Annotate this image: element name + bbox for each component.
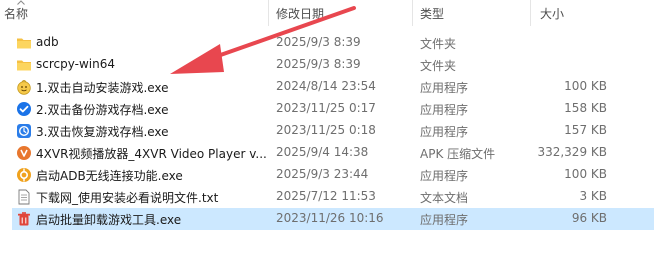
file-name: 1.双击自动安装游戏.exe [36, 81, 169, 95]
file-size: 158 KB [564, 101, 607, 115]
apk-icon [17, 146, 31, 160]
file-name: 启动批量卸载游戏工具.exe [36, 213, 182, 227]
file-size: 100 KB [564, 167, 607, 181]
column-header-name[interactable]: 名称 [4, 5, 28, 22]
column-divider[interactable] [268, 0, 269, 26]
column-header-size[interactable]: 大小 [540, 5, 564, 22]
file-row-4xvr-apk[interactable]: 4XVR视频播放器_4XVR Video Player v... 2025/9/… [12, 142, 654, 164]
file-date: 2024/8/14 23:54 [276, 79, 376, 93]
column-header-type[interactable]: 类型 [420, 5, 444, 22]
file-row-scrcpy-win64[interactable]: scrcpy-win64 2025/9/3 8:39 文件夹 [12, 54, 654, 76]
file-row-batch-uninstall[interactable]: 启动批量卸载游戏工具.exe 2023/11/26 10:16 应用程序 96 … [12, 208, 654, 230]
file-date: 2025/9/3 8:39 [276, 57, 361, 71]
file-type: 应用程序 [420, 125, 469, 139]
restore-app-icon [17, 124, 31, 138]
file-row-adb-wireless[interactable]: 启动ADB无线连接功能.exe 2025/9/3 23:44 应用程序 100 … [12, 164, 654, 186]
file-size: 100 KB [564, 79, 607, 93]
column-divider[interactable] [530, 0, 531, 26]
file-name: 3.双击恢复游戏存档.exe [36, 125, 169, 139]
folder-icon [17, 60, 31, 71]
file-name: adb [36, 35, 59, 49]
file-date: 2025/7/12 11:53 [276, 189, 376, 203]
file-type: 应用程序 [420, 213, 469, 227]
column-divider[interactable] [412, 0, 413, 26]
check-app-icon [17, 102, 31, 116]
file-type: 应用程序 [420, 103, 469, 117]
file-type: APK 压缩文件 [420, 147, 496, 161]
file-row-backup-save[interactable]: 2.双击备份游戏存档.exe 2023/11/25 0:17 应用程序 158 … [12, 98, 654, 120]
trash-app-icon [18, 212, 30, 226]
file-type: 应用程序 [420, 169, 469, 183]
file-size: 96 KB [571, 211, 607, 225]
file-date: 2025/9/3 23:44 [276, 167, 369, 181]
file-row-auto-install[interactable]: 1.双击自动安装游戏.exe 2024/8/14 23:54 应用程序 100 … [12, 76, 654, 98]
file-type: 文件夹 [420, 59, 457, 73]
file-name: scrcpy-win64 [36, 57, 115, 71]
file-date: 2023/11/25 0:17 [276, 101, 376, 115]
file-date: 2025/9/3 8:39 [276, 35, 361, 49]
file-date: 2023/11/25 0:18 [276, 123, 376, 137]
file-name: 4XVR视频播放器_4XVR Video Player v... [36, 147, 267, 161]
text-file-icon [18, 189, 30, 205]
file-name: 下载网_使用安装必看说明文件.txt [36, 191, 219, 205]
file-size: 157 KB [564, 123, 607, 137]
file-type: 应用程序 [420, 81, 469, 95]
adb-app-icon [17, 168, 31, 182]
file-size: 3 KB [579, 189, 607, 203]
folder-icon [17, 38, 31, 49]
column-header-bar: 名称 修改日期 类型 大小 [0, 0, 672, 26]
file-date: 2023/11/26 10:16 [276, 211, 384, 225]
file-row-readme-txt[interactable]: 下载网_使用安装必看说明文件.txt 2025/7/12 11:53 文本文档 … [12, 186, 654, 208]
file-row-adb[interactable]: adb 2025/9/3 8:39 文件夹 [12, 32, 654, 54]
file-size: 332,329 KB [537, 145, 607, 159]
file-type: 文件夹 [420, 37, 457, 51]
file-type: 文本文档 [420, 191, 469, 205]
file-date: 2025/9/4 14:38 [276, 145, 369, 159]
file-row-restore-save[interactable]: 3.双击恢复游戏存档.exe 2023/11/25 0:18 应用程序 157 … [12, 120, 654, 142]
column-header-date[interactable]: 修改日期 [276, 5, 324, 22]
file-name: 2.双击备份游戏存档.exe [36, 103, 169, 117]
emoji-app-icon [17, 80, 31, 95]
file-name: 启动ADB无线连接功能.exe [36, 169, 183, 183]
